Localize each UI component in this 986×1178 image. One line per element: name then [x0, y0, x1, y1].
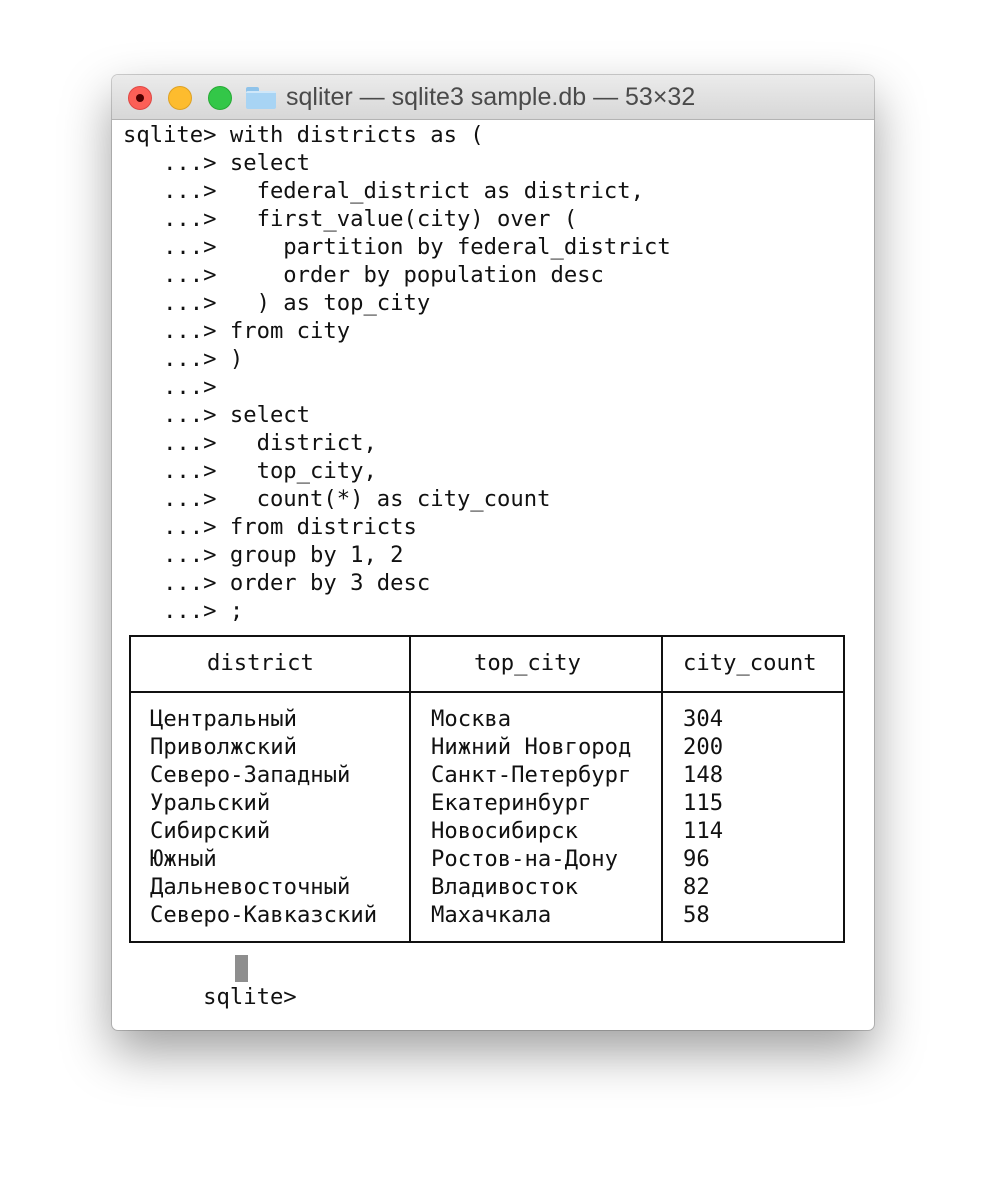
district-cell: Приволжский — [150, 734, 297, 760]
city-count-cell: 82 — [683, 874, 710, 900]
district-cell: Северо-Западный — [150, 762, 351, 788]
city-count-cell: 304 — [683, 706, 724, 732]
top-city-cell: Ростов-на-Дону — [431, 846, 619, 872]
terminal-line: ...> order by population desc — [123, 262, 604, 288]
terminal-line: sqlite> with districts as ( — [123, 122, 484, 148]
terminal-line: ...> from districts — [123, 514, 417, 540]
city-count-cell: 96 — [683, 846, 710, 872]
prompt-line[interactable]: sqlite> — [123, 955, 868, 1010]
district-cell: Южный — [150, 846, 217, 872]
city-count-cell: 148 — [683, 762, 724, 788]
table-row: Южный Ростов-на-Дону 96 — [131, 845, 843, 873]
terminal-line: ...> group by 1, 2 — [123, 542, 404, 568]
table-row: Приволжский Нижний Новгород 200 — [131, 733, 843, 761]
top-city-cell: Нижний Новгород — [431, 734, 632, 760]
terminal-line: ...> federal_district as district, — [123, 178, 644, 204]
results-table: district top_city city_count Центральный… — [129, 635, 845, 943]
top-city-cell: Москва — [431, 706, 512, 732]
top-city-cell: Новосибирск — [431, 818, 578, 844]
district-cell: Уральский — [150, 790, 271, 816]
window-title: sqliter — sqlite3 sample.db — 53×32 — [286, 83, 696, 111]
city-count-cell: 200 — [683, 734, 724, 760]
terminal-line: ...> ; — [123, 598, 244, 624]
top-city-cell: Екатеринбург — [431, 790, 592, 816]
district-cell: Дальневосточный — [150, 874, 351, 900]
city-count-cell: 58 — [683, 902, 710, 928]
close-button[interactable] — [128, 86, 152, 110]
terminal-content[interactable]: sqlite> with districts as ( ...> select … — [123, 121, 868, 1010]
minimize-button[interactable] — [168, 86, 192, 110]
window-title-group: sqliter — sqlite3 sample.db — 53×32 — [246, 75, 695, 120]
column-header-city-count: city_count — [683, 650, 817, 676]
table-row: Сибирский Новосибирск 114 — [131, 817, 843, 845]
city-count-cell: 114 — [683, 818, 724, 844]
terminal-line: ...> select — [123, 150, 311, 176]
terminal-line: ...> order by 3 desc — [123, 570, 431, 596]
table-row: Уральский Екатеринбург 115 — [131, 789, 843, 817]
terminal-line: ...> top_city, — [123, 458, 377, 484]
city-count-cell: 115 — [683, 790, 724, 816]
table-row: Центральный Москва 304 — [131, 705, 843, 733]
terminal-line: ...> ) — [123, 346, 244, 372]
district-cell: Северо-Кавказский — [150, 902, 378, 928]
close-dot-icon — [136, 94, 144, 102]
top-city-cell: Владивосток — [431, 874, 578, 900]
query-lines: sqlite> with districts as ( ...> select … — [123, 121, 868, 625]
terminal-line: ...> partition by federal_district — [123, 234, 671, 260]
top-city-cell: Санкт-Петербург — [431, 762, 632, 788]
terminal-line: ...> ) as top_city — [123, 290, 431, 316]
column-header-top-city: top_city — [474, 650, 581, 676]
district-cell: Сибирский — [150, 818, 271, 844]
terminal-line: ...> count(*) as city_count — [123, 486, 551, 512]
terminal-line: ...> — [123, 374, 217, 400]
terminal-window: sqliter — sqlite3 sample.db — 53×32 sqli… — [112, 75, 874, 1030]
text-cursor — [235, 955, 248, 982]
column-header-district: district — [207, 650, 314, 676]
prompt-text: sqlite> — [203, 984, 311, 1010]
table-row: Северо-Кавказский Махачкала 58 — [131, 901, 843, 929]
table-row: Северо-Западный Санкт-Петербург 148 — [131, 761, 843, 789]
terminal-line: ...> district, — [123, 430, 377, 456]
district-cell: Центральный — [150, 706, 297, 732]
zoom-button[interactable] — [208, 86, 232, 110]
table-row: Дальневосточный Владивосток 82 — [131, 873, 843, 901]
title-bar[interactable]: sqliter — sqlite3 sample.db — 53×32 — [112, 75, 874, 120]
folder-icon — [246, 86, 276, 109]
terminal-line: ...> select — [123, 402, 311, 428]
terminal-line: ...> first_value(city) over ( — [123, 206, 578, 232]
top-city-cell: Махачкала — [431, 902, 552, 928]
terminal-line: ...> from city — [123, 318, 351, 344]
header-divider — [131, 691, 843, 693]
